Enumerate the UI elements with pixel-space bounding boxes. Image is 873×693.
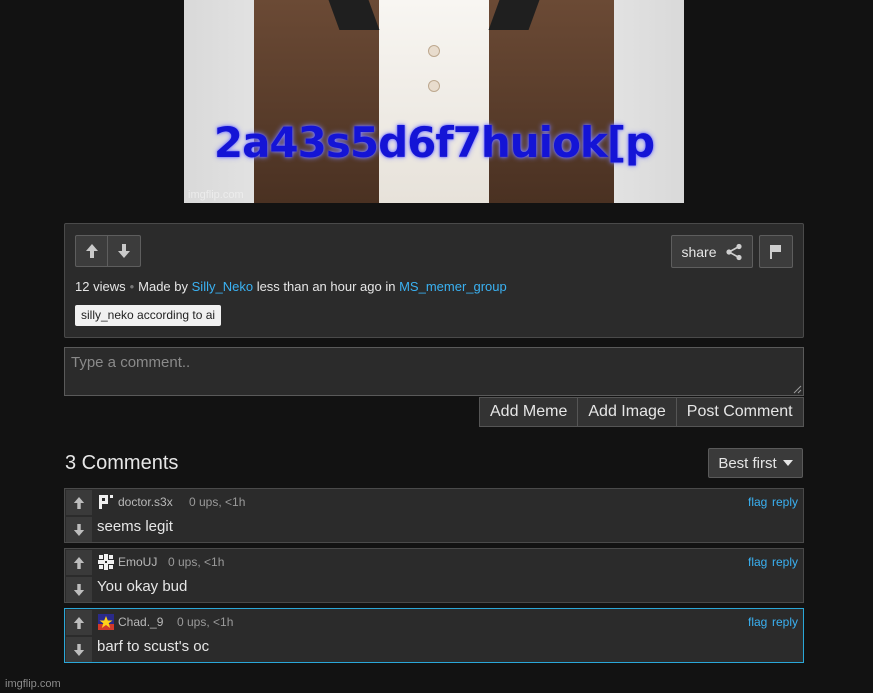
caret-down-icon [782, 460, 793, 466]
meta-separator: • [129, 279, 135, 294]
flag-post-button[interactable] [759, 235, 793, 268]
arrow-down-icon [73, 643, 85, 656]
post-tag[interactable]: silly_neko according to ai [75, 305, 222, 326]
comment-stats: 0 ups, <1h [177, 615, 234, 629]
comment-actions: Add Meme Add Image Post Comment [479, 397, 804, 427]
comment-username[interactable]: doctor.s3x [118, 495, 173, 509]
comment-flag-link[interactable]: flag [748, 495, 767, 509]
sort-dropdown[interactable]: Best first [708, 448, 803, 478]
share-icon [725, 243, 742, 260]
post-info-panel: share 12 views • Made by Silly_Neko less t… [64, 223, 804, 338]
comment-item: doctor.s3x 0 ups, <1h flag reply seems l… [64, 488, 804, 543]
jacket-left-art [254, 0, 394, 203]
comment-downvote-button[interactable] [66, 577, 92, 602]
comment-upvote-button[interactable] [66, 550, 92, 575]
sort-label: Best first [718, 454, 777, 472]
comment-reply-link[interactable]: reply [772, 495, 798, 509]
arrow-down-icon [118, 244, 130, 258]
avatar[interactable] [98, 554, 114, 570]
jacket-right-art [474, 0, 614, 203]
post-vote-group [75, 235, 141, 267]
made-by-label: Made by [138, 279, 189, 294]
arrow-down-icon [73, 583, 85, 596]
comment-reply-link[interactable]: reply [772, 555, 798, 569]
comments-count: 3 Comments [65, 452, 179, 474]
comment-item-highlighted: Chad._9 0 ups, <1h flag reply barf to sc… [64, 608, 804, 663]
comment-reply-link[interactable]: reply [772, 615, 798, 629]
avatar[interactable] [98, 494, 114, 510]
resize-grip-icon[interactable] [792, 384, 802, 394]
downvote-button[interactable] [108, 235, 141, 267]
comment-stats: 0 ups, <1h [189, 495, 246, 509]
comment-input[interactable] [64, 347, 804, 396]
share-label: share [681, 243, 717, 260]
comment-downvote-button[interactable] [66, 637, 92, 662]
shirt-button-art [428, 80, 440, 92]
comment-downvote-button[interactable] [66, 517, 92, 542]
comment-upvote-button[interactable] [66, 610, 92, 635]
arrow-up-icon [85, 244, 98, 258]
comment-username[interactable]: EmoUJ [118, 555, 157, 569]
comment-vote-group [65, 609, 93, 662]
shirt-button-art [428, 45, 440, 57]
meme-caption: 2a43s5d6f7huiok[p [213, 118, 655, 167]
comment-flag-link[interactable]: flag [748, 615, 767, 629]
arrow-up-icon [73, 616, 85, 629]
comment-vote-group [65, 489, 93, 542]
comment-stats: 0 ups, <1h [168, 555, 225, 569]
avatar[interactable] [98, 614, 114, 630]
footer-watermark: imgflip.com [5, 678, 61, 690]
upvote-button[interactable] [75, 235, 108, 267]
meme-image[interactable]: 2a43s5d6f7huiok[p imgflip.com [184, 0, 684, 203]
arrow-up-icon [73, 556, 85, 569]
group-link[interactable]: MS_memer_group [399, 279, 507, 294]
arrow-down-icon [73, 523, 85, 536]
comment-text: seems legit [97, 518, 173, 535]
comment-flag-link[interactable]: flag [748, 555, 767, 569]
meme-watermark: imgflip.com [188, 189, 244, 201]
post-meta: 12 views • Made by Silly_Neko less than an… [75, 279, 507, 294]
add-meme-button[interactable]: Add Meme [479, 397, 579, 427]
author-link[interactable]: Silly_Neko [192, 279, 253, 294]
share-button[interactable]: share [671, 235, 753, 268]
comment-text: You okay bud [97, 578, 188, 595]
comment-text: barf to scust's oc [97, 638, 210, 655]
comment-upvote-button[interactable] [66, 490, 92, 515]
shirt-art [379, 0, 489, 203]
arrow-up-icon [73, 496, 85, 509]
comment-item: EmoUJ 0 ups, <1h flag reply You okay bud [64, 548, 804, 603]
post-comment-button[interactable]: Post Comment [676, 397, 804, 427]
comment-username[interactable]: Chad._9 [118, 615, 163, 629]
post-time: less than an hour ago in [256, 279, 396, 294]
add-image-button[interactable]: Add Image [578, 397, 677, 427]
comment-vote-group [65, 549, 93, 602]
flag-icon [770, 244, 781, 259]
view-count: 12 views [75, 279, 126, 294]
